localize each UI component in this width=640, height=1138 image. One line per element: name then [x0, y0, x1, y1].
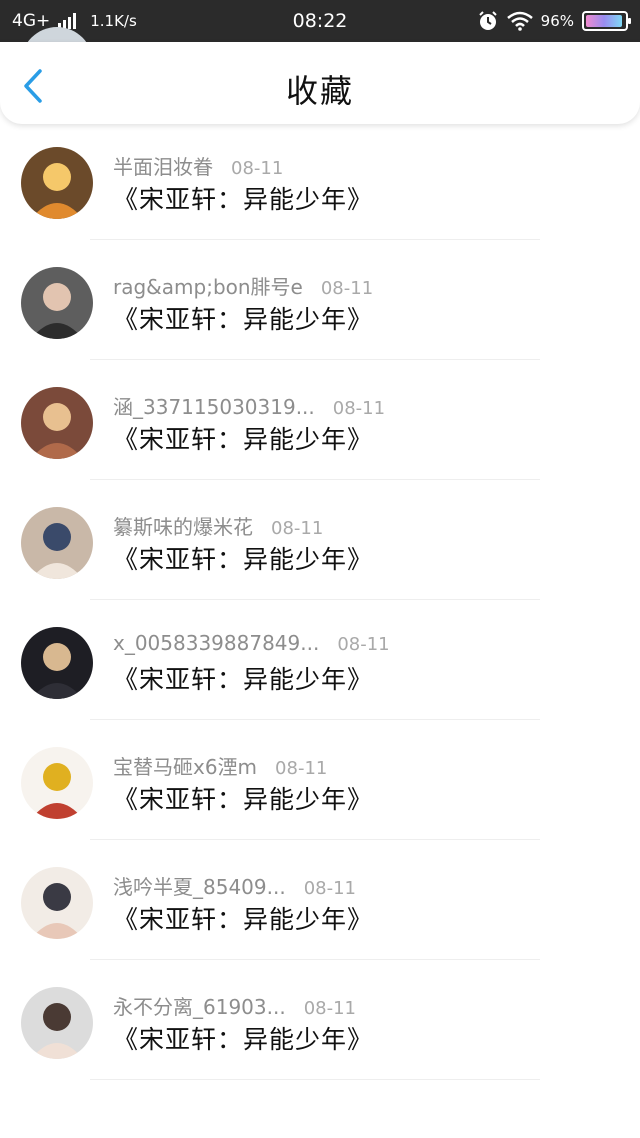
avatar-image [21, 387, 93, 459]
author-name[interactable]: 涵_337115030319... [113, 391, 315, 420]
author-name[interactable]: 半面泪妆眷 [113, 151, 213, 180]
avatar-image [21, 867, 93, 939]
story-title[interactable]: 《宋亚轩：异能少年》 [113, 420, 373, 456]
avatar-image [21, 507, 93, 579]
list-item[interactable]: x_0058339887849... 08-11 《宋亚轩：异能少年》 [0, 600, 640, 720]
list-item[interactable]: 涵_337115030319... 08-11 《宋亚轩：异能少年》 [0, 360, 640, 480]
avatar-image [21, 987, 93, 1059]
avatar-image [21, 747, 93, 819]
page-title: 收藏 [285, 72, 354, 110]
list-item[interactable]: 半面泪妆眷 08-11 《宋亚轩：异能少年》 [0, 120, 640, 240]
author-name[interactable]: 宝替马砸x6湮m [113, 751, 257, 780]
story-title[interactable]: 《宋亚轩：异能少年》 [113, 1020, 373, 1056]
post-date: 08-11 [303, 878, 357, 899]
post-date: 08-11 [271, 518, 324, 539]
list-item[interactable]: 永不分离_61903... 08-11 《宋亚轩：异能少年》 [0, 960, 640, 1080]
avatar[interactable] [21, 147, 93, 219]
list-item[interactable]: 浅吟半夏_85409... 08-11 《宋亚轩：异能少年》 [0, 840, 640, 960]
author-name[interactable]: 永不分离_61903... [113, 991, 286, 1020]
list-item[interactable]: rag&amp;bon腓号e 08-11 《宋亚轩：异能少年》 [0, 240, 640, 360]
item-meta: rag&amp;bon腓号e 08-11 [113, 271, 373, 300]
nav-bar: 收藏 [0, 42, 640, 124]
avatar[interactable] [21, 747, 93, 819]
item-meta: 涵_337115030319... 08-11 [113, 391, 385, 420]
item-meta: 永不分离_61903... 08-11 [113, 991, 356, 1020]
avatar[interactable] [21, 267, 93, 339]
author-name[interactable]: 浅吟半夏_85409... [113, 871, 286, 900]
story-title[interactable]: 《宋亚轩：异能少年》 [113, 780, 373, 816]
item-meta: 半面泪妆眷 08-11 [113, 151, 283, 180]
story-title[interactable]: 《宋亚轩：异能少年》 [113, 900, 373, 936]
list-item[interactable]: 宝替马砸x6湮m 08-11 《宋亚轩：异能少年》 [0, 720, 640, 840]
item-meta: x_0058339887849... 08-11 [113, 631, 390, 655]
post-date: 08-11 [303, 998, 357, 1019]
item-meta: 纂斯味的爆米花 08-11 [113, 511, 323, 540]
avatar[interactable] [21, 507, 93, 579]
avatar-image [21, 627, 93, 699]
story-title[interactable]: 《宋亚轩：异能少年》 [113, 540, 373, 576]
author-name[interactable]: 纂斯味的爆米花 [113, 511, 253, 540]
story-title[interactable]: 《宋亚轩：异能少年》 [113, 660, 373, 696]
post-date: 08-11 [332, 398, 386, 419]
post-date: 08-11 [275, 758, 328, 779]
list-item[interactable]: 纂斯味的爆米花 08-11 《宋亚轩：异能少年》 [0, 480, 640, 600]
divider [90, 1079, 540, 1080]
author-name[interactable]: x_0058339887849... [113, 631, 319, 655]
story-title[interactable]: 《宋亚轩：异能少年》 [113, 300, 373, 336]
avatar[interactable] [21, 867, 93, 939]
avatar[interactable] [21, 387, 93, 459]
avatar-image [21, 267, 93, 339]
post-date: 08-11 [320, 278, 374, 299]
author-name[interactable]: rag&amp;bon腓号e [113, 271, 303, 300]
post-date: 08-11 [231, 158, 284, 179]
avatar[interactable] [21, 627, 93, 699]
favorites-list: 《宋亚轩：异能少年》半面泪妆眷08-11《宋亚轩：异能少年》rag&amp;bo… [0, 27, 640, 1080]
story-title[interactable]: 《宋亚轩：异能少年》 [113, 180, 373, 216]
item-meta: 宝替马砸x6湮m 08-11 [113, 751, 327, 780]
item-meta: 浅吟半夏_85409... 08-11 [113, 871, 356, 900]
avatar-image [21, 147, 93, 219]
post-date: 08-11 [337, 634, 390, 655]
avatar[interactable] [21, 987, 93, 1059]
